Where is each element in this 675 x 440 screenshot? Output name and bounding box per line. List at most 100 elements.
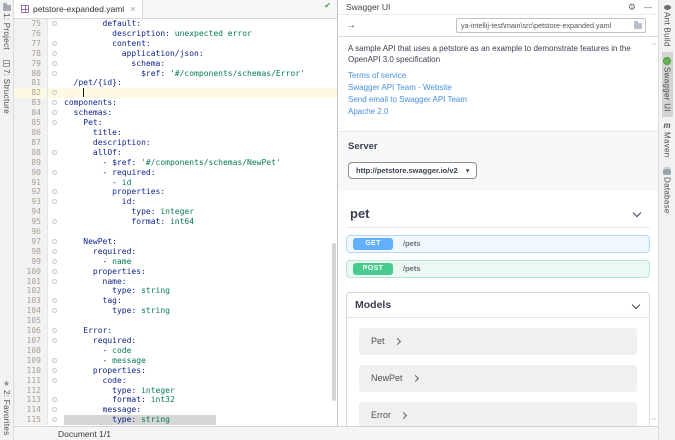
arrow-right-icon[interactable]: → <box>346 20 356 31</box>
editor-line[interactable]: 81 /pet/{id}: <box>14 78 337 88</box>
gutter-key-icon[interactable] <box>52 298 57 303</box>
editor-line[interactable]: 106 Error: <box>14 326 337 336</box>
editor-line[interactable]: 82 <box>14 88 337 98</box>
editor-line[interactable]: 115 type: string <box>14 415 337 425</box>
gutter-key-icon[interactable] <box>52 269 57 274</box>
editor-line[interactable]: 83components: <box>14 98 337 108</box>
toolwindow-button-maven[interactable]: mMaven <box>662 117 673 163</box>
gutter-key-icon[interactable] <box>52 41 57 46</box>
gutter-key-icon[interactable] <box>52 71 57 76</box>
editor-line[interactable]: 112 type: integer <box>14 386 337 396</box>
gutter-key-icon[interactable] <box>52 189 57 194</box>
editor-line[interactable]: 76 description: unexpected error <box>14 29 337 39</box>
toolwindow-button-swagger-ui[interactable]: Swagger UI <box>662 52 673 117</box>
gutter-key-icon[interactable] <box>52 378 57 383</box>
gutter-key-icon[interactable] <box>52 90 57 95</box>
operation-post[interactable]: POST/pets <box>346 260 650 278</box>
editor-line[interactable]: 107 required: <box>14 336 337 346</box>
editor-line[interactable]: 108 - code <box>14 346 337 356</box>
inspection-ok-icon[interactable]: ✔ <box>324 1 331 10</box>
editor-line[interactable]: 101 name: <box>14 277 337 287</box>
chevron-down-icon[interactable] <box>632 300 640 308</box>
editor-line[interactable]: 90 - required: <box>14 168 337 178</box>
model-newpet[interactable]: NewPet <box>359 365 637 392</box>
editor-line[interactable]: 110 properties: <box>14 366 337 376</box>
link-terms-of-service[interactable]: Terms of service <box>348 71 648 81</box>
gutter-key-icon[interactable] <box>52 239 57 244</box>
toolwindow-button-7-structure[interactable]: 7: Structure <box>1 55 12 119</box>
editor-line[interactable]: 94 type: integer <box>14 207 337 217</box>
link-apache-2-0[interactable]: Apache 2.0 <box>348 107 648 117</box>
minimize-icon[interactable]: — <box>644 3 652 12</box>
editor-line[interactable]: 92 properties: <box>14 187 337 197</box>
link-swagger-api-team-website[interactable]: Swagger API Team - Website <box>348 83 648 93</box>
operation-get[interactable]: GET/pets <box>346 235 650 253</box>
editor-line[interactable]: 91 - id <box>14 178 337 188</box>
gear-icon[interactable]: ⚙ <box>628 2 636 13</box>
editor-line[interactable]: 100 properties: <box>14 267 337 277</box>
gutter-key-icon[interactable] <box>52 407 57 412</box>
gutter-key-icon[interactable] <box>52 110 57 115</box>
folder-icon[interactable] <box>634 23 642 29</box>
models-header[interactable]: Models <box>347 293 649 318</box>
gutter-key-icon[interactable] <box>52 219 57 224</box>
link-send-email-to-swagger-api-team[interactable]: Send email to Swagger API Team <box>348 95 648 105</box>
gutter-key-icon[interactable] <box>52 358 57 363</box>
editor-line[interactable]: 97 NewPet: <box>14 237 337 247</box>
gutter-key-icon[interactable] <box>52 328 57 333</box>
tab-close-icon[interactable]: × <box>130 4 135 14</box>
gutter-key-icon[interactable] <box>52 279 57 284</box>
gutter-key-icon[interactable] <box>52 21 57 26</box>
tab-petstore-expanded-yaml[interactable]: petstore-expanded.yaml × <box>14 0 143 18</box>
editor-line[interactable]: 98 required: <box>14 247 337 257</box>
gutter-key-icon[interactable] <box>52 249 57 254</box>
chevron-down-icon[interactable] <box>633 209 641 217</box>
toolwindow-button-1-project[interactable]: 1: Project <box>1 0 12 55</box>
gutter-key-icon[interactable] <box>52 61 57 66</box>
editor-line[interactable]: 102 type: string <box>14 286 337 296</box>
editor-line[interactable]: 84 schemas: <box>14 108 337 118</box>
gutter-key-icon[interactable] <box>52 199 57 204</box>
editor-scrollbar-thumb[interactable] <box>332 243 336 401</box>
model-pet[interactable]: Pet <box>359 328 637 355</box>
editor-line[interactable]: 113 format: int32 <box>14 395 337 405</box>
editor-line[interactable]: 79 schema: <box>14 59 337 69</box>
editor-line[interactable]: 103 tag: <box>14 296 337 306</box>
editor-line[interactable]: 95 format: int64 <box>14 217 337 227</box>
editor-line[interactable]: 88 allOf: <box>14 148 337 158</box>
gutter-key-icon[interactable] <box>52 338 57 343</box>
editor-line[interactable]: 109 - message <box>14 356 337 366</box>
scroll-up-icon[interactable]: ︿ <box>651 38 657 47</box>
editor-line[interactable]: 93 id: <box>14 197 337 207</box>
toolwindow-button-2-favorites[interactable]: ★2: Favorites <box>1 375 12 440</box>
gutter-key-icon[interactable] <box>52 417 57 422</box>
gutter-key-icon[interactable] <box>52 51 57 56</box>
gutter-key-icon[interactable] <box>52 150 57 155</box>
editor-line[interactable]: 86 title: <box>14 128 337 138</box>
server-select[interactable]: http://petstore.swagger.io/v2 ▾ <box>348 162 477 179</box>
spec-path-input[interactable] <box>461 19 631 32</box>
toolwindow-button-ant-build[interactable]: Ant Build <box>662 0 673 52</box>
editor-line[interactable]: 99 - name <box>14 257 337 267</box>
model-error[interactable]: Error <box>359 402 637 427</box>
editor-line[interactable]: 87 description: <box>14 138 337 148</box>
gutter-key-icon[interactable] <box>52 368 57 373</box>
editor-line[interactable]: 96 <box>14 227 337 237</box>
editor-line[interactable]: 85 Pet: <box>14 118 337 128</box>
toolwindow-button-database[interactable]: Database <box>662 162 673 219</box>
editor-line[interactable]: 75 default: <box>14 19 337 29</box>
editor-lines[interactable]: 75 default:76 description: unexpected er… <box>14 19 337 426</box>
gutter-key-icon[interactable] <box>52 170 57 175</box>
editor-line[interactable]: 80 $ref: '#/components/schemas/Error' <box>14 69 337 79</box>
editor-line[interactable]: 111 code: <box>14 376 337 386</box>
editor-line[interactable]: 78 application/json: <box>14 49 337 59</box>
gutter-key-icon[interactable] <box>52 308 57 313</box>
editor-line[interactable]: 105 <box>14 316 337 326</box>
editor-line[interactable]: 104 type: string <box>14 306 337 316</box>
gutter-key-icon[interactable] <box>52 259 57 264</box>
scroll-down-icon[interactable]: ﹀ <box>651 416 657 425</box>
editor-line[interactable]: 89 - $ref: '#/components/schemas/NewPet' <box>14 158 337 168</box>
tag-header[interactable]: pet <box>346 204 650 228</box>
gutter-key-icon[interactable] <box>52 397 57 402</box>
editor-line[interactable]: 77 content: <box>14 39 337 49</box>
